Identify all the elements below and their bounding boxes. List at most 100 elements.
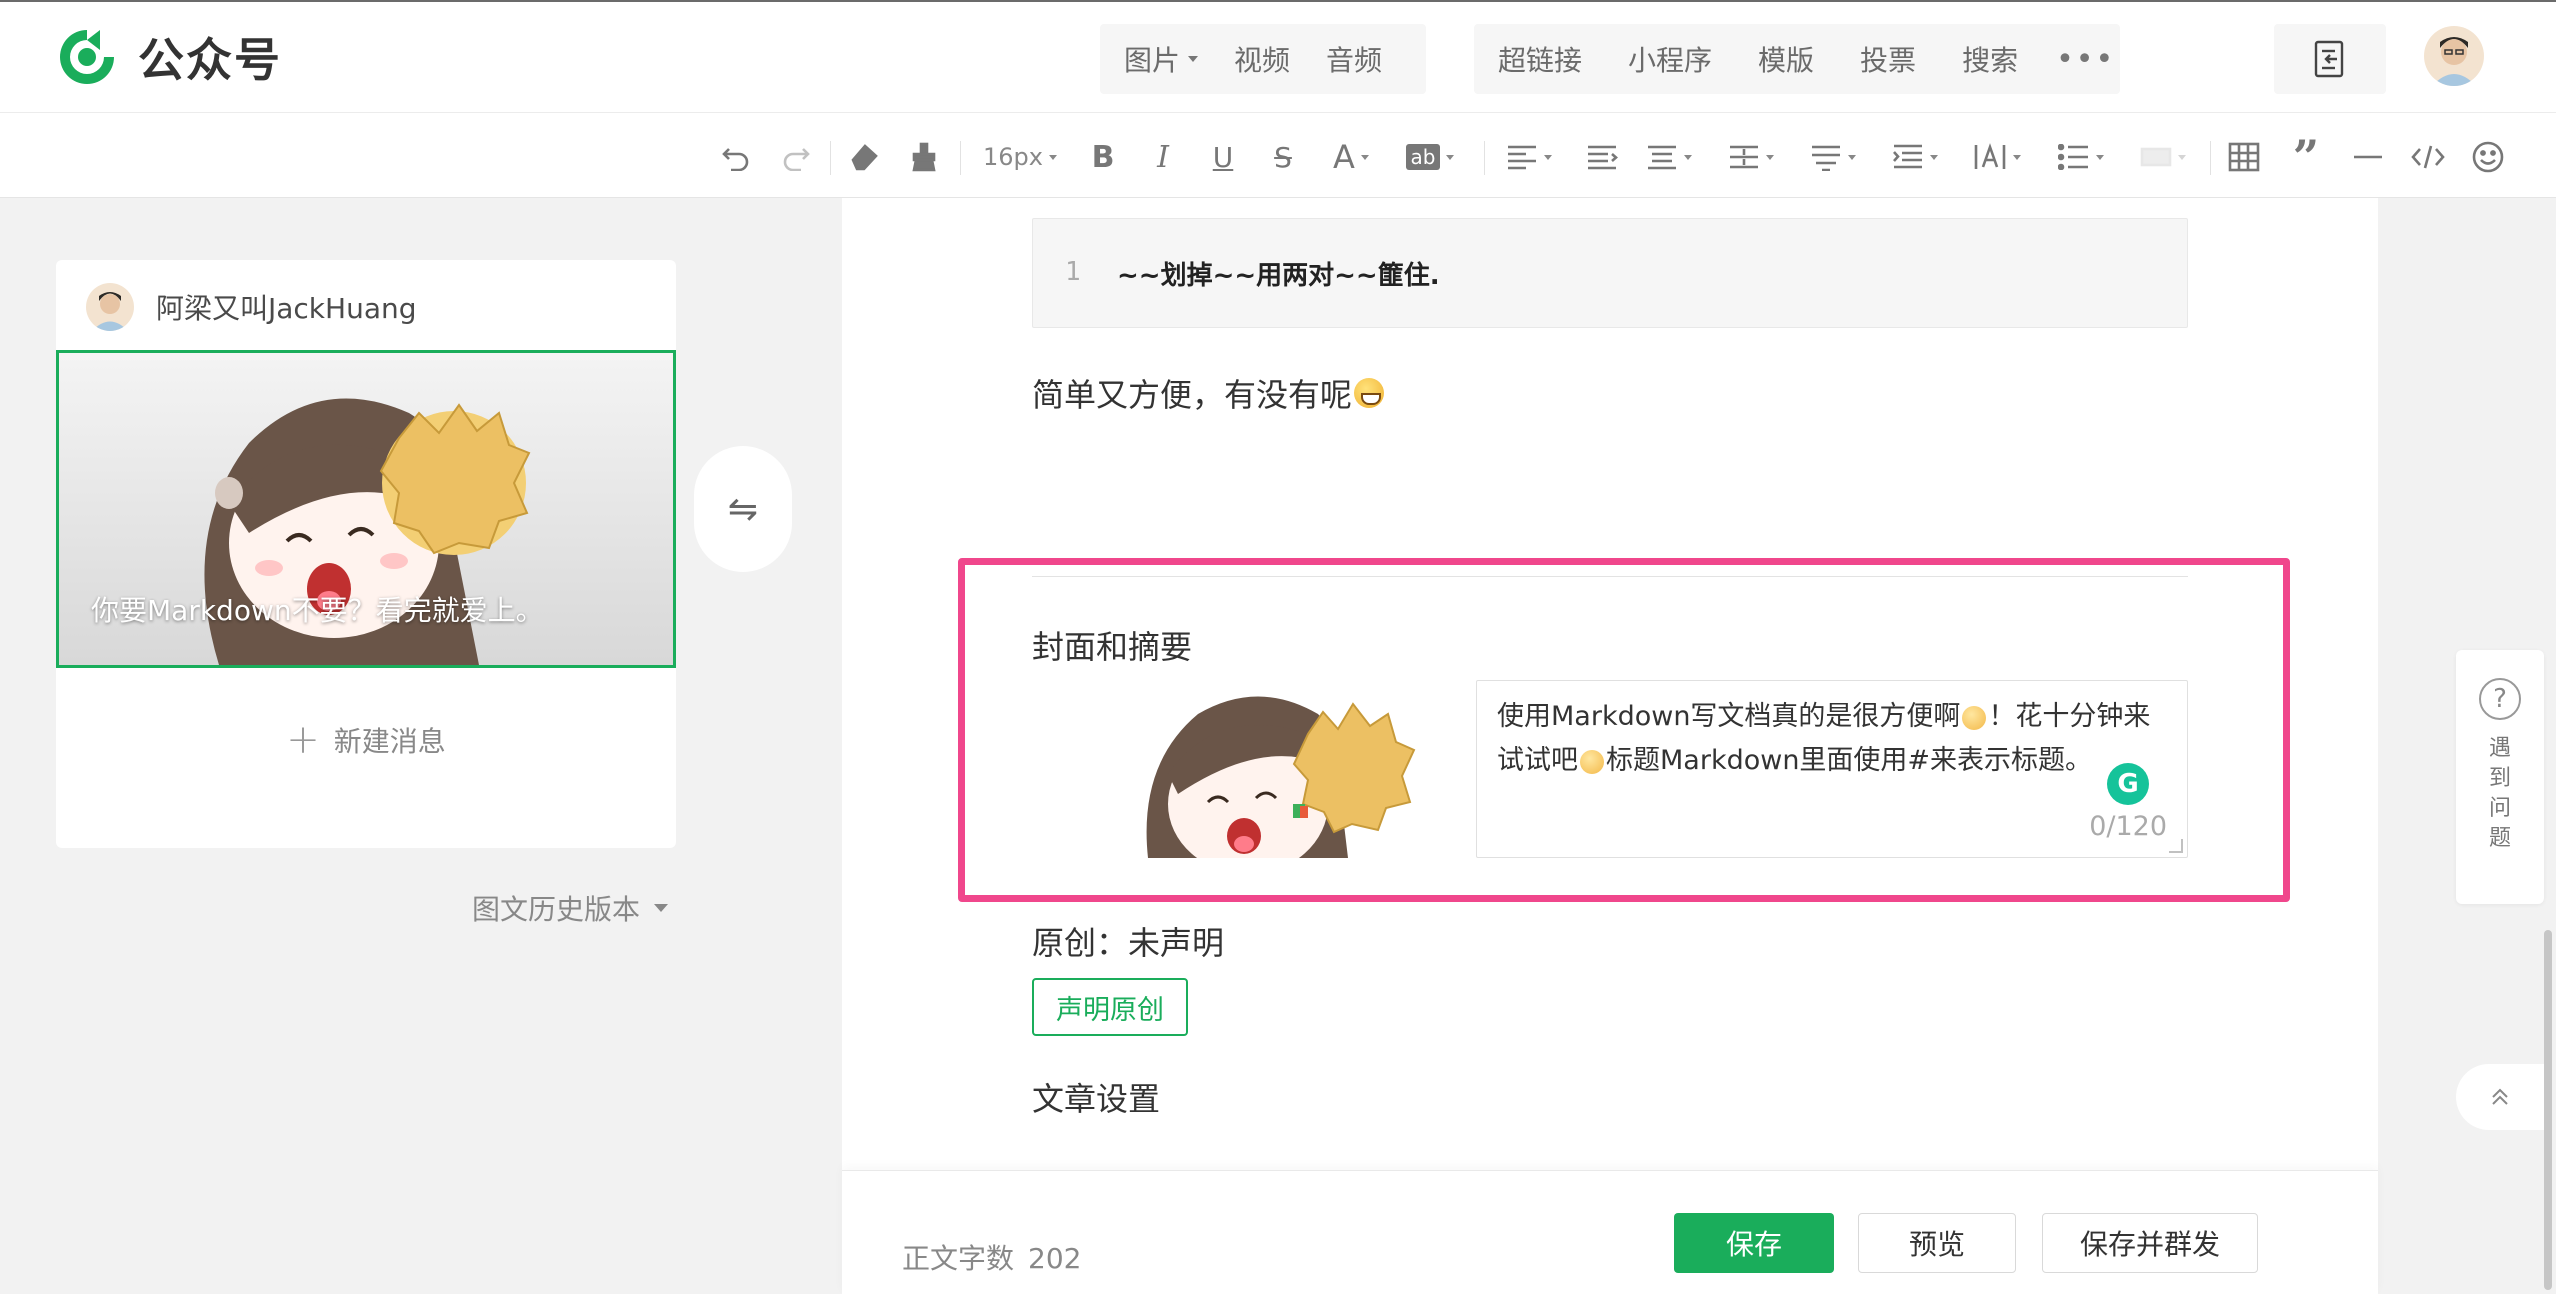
nav-audio[interactable]: 音频 (1326, 39, 1382, 79)
nav-hyperlink[interactable]: 超链接 (1498, 39, 1582, 79)
grinning-emoji-icon (1354, 378, 1385, 408)
word-count-label: 正文字数 (902, 1242, 1015, 1275)
original-status: 原创：未声明 (1032, 924, 1225, 962)
cover-summary-title: 封面和摘要 (1032, 628, 1193, 666)
article-cover[interactable]: 你要Markdown不要？看完就爱上。 (56, 350, 676, 668)
user-avatar[interactable] (2424, 26, 2484, 86)
history-versions-dropdown[interactable]: 图文历史版本 (472, 888, 669, 928)
justify-icon[interactable] (1640, 135, 1698, 179)
grin-emoji-icon (1580, 749, 1604, 774)
toolbar-separator (1484, 141, 1485, 175)
border-icon[interactable] (2134, 135, 2192, 179)
preview-button[interactable]: 预览 (1858, 1213, 2016, 1273)
resize-grip-icon[interactable] (2169, 839, 2183, 853)
caret-down-icon (654, 904, 669, 912)
summary-counter: 0/120 (2089, 811, 2167, 842)
redo-icon[interactable] (776, 135, 816, 179)
italic-icon[interactable]: I (1146, 135, 1180, 179)
paragraph-spacing-icon[interactable] (1804, 135, 1862, 179)
help-panel[interactable]: ? 遇到问题 (2456, 650, 2544, 904)
author-avatar (86, 283, 134, 331)
caret-down-icon (1188, 56, 1199, 62)
horizontal-rule-icon[interactable] (2348, 135, 2388, 179)
cover-thumbnail-illustration (1146, 696, 1416, 858)
letter-spacing-icon[interactable] (1968, 135, 2026, 179)
eraser-icon[interactable] (844, 135, 884, 179)
format-toolbar: 16px B I U S A ab ” (0, 112, 2556, 198)
back-to-top-button[interactable] (2456, 1064, 2544, 1130)
toolbar-separator (830, 141, 831, 175)
nav-vote[interactable]: 投票 (1860, 39, 1916, 79)
line-height-icon[interactable] (1722, 135, 1780, 179)
code-line-number: 1 (1065, 257, 1081, 287)
help-label: 遇到问题 (2488, 736, 2511, 851)
font-size-select[interactable]: 16px (980, 135, 1060, 179)
section-divider (1032, 576, 2188, 577)
code-icon[interactable] (2408, 135, 2448, 179)
smile-emoji-icon (1962, 705, 1987, 730)
word-count: 正文字数 202 (902, 1237, 1081, 1277)
paragraph[interactable]: 简单又方便，有没有呢 (1032, 370, 1385, 416)
article-list-card: 阿梁又叫JackHuang 你要Markdown不要？看完就爱上。 + 新建消息 (56, 260, 676, 848)
swap-button[interactable]: ⇋ (694, 446, 792, 572)
declare-original-button[interactable]: 声明原创 (1032, 978, 1188, 1036)
quote-icon[interactable]: ” (2286, 130, 2326, 184)
background-color-icon[interactable]: ab (1400, 135, 1460, 179)
emoji-icon[interactable] (2468, 135, 2508, 179)
nav-video[interactable]: 视频 (1234, 39, 1290, 79)
toolbar-separator (960, 141, 961, 175)
account-header: 阿梁又叫JackHuang (86, 282, 417, 332)
code-line-text: ~~划掉~~用两对~~篚住. (1117, 261, 1440, 291)
paragraph-text: 简单又方便，有没有呢 (1032, 376, 1353, 414)
save-button[interactable]: 保存 (1674, 1213, 1834, 1273)
article-settings-title: 文章设置 (1032, 1080, 1161, 1118)
bold-icon[interactable]: B (1086, 135, 1120, 179)
summary-text-3: 标题Markdown里面使用#来表示标题。 (1606, 745, 2093, 776)
bullet-list-icon[interactable] (2052, 135, 2110, 179)
question-icon: ? (2479, 678, 2521, 720)
editor-area[interactable]: 1 ~~划掉~~用两对~~篚住. 简单又方便，有没有呢 封面和摘要 使用Mark… (842, 198, 2378, 1294)
document-toggle-button[interactable] (2274, 24, 2386, 94)
underline-icon[interactable]: U (1206, 135, 1240, 179)
nav-search[interactable]: 搜索 (1962, 39, 2018, 79)
summary-text-1: 使用Markdown写文档真的是很方便啊 (1497, 701, 1961, 732)
toolbar-separator (2210, 141, 2211, 175)
wechat-mp-logo-icon (60, 30, 114, 84)
font-color-icon[interactable]: A (1326, 135, 1376, 179)
code-block[interactable]: 1 ~~划掉~~用两对~~篚住. (1032, 218, 2188, 328)
double-chevron-up-icon (2492, 1088, 2508, 1105)
cover-thumbnail[interactable] (1138, 684, 1428, 858)
new-message-button[interactable]: + 新建消息 (56, 720, 676, 760)
bottom-action-bar: 正文字数 202 保存 预览 保存并群发 (842, 1170, 2378, 1294)
summary-textarea[interactable]: 使用Markdown写文档真的是很方便啊 ！花十分钟来试试吧 标题Markdown里… (1476, 680, 2188, 858)
scrollbar[interactable] (2544, 930, 2552, 1290)
logo[interactable]: 公众号 (54, 24, 282, 90)
caret-down-icon (1048, 154, 1057, 160)
strikethrough-icon[interactable]: S (1266, 135, 1300, 179)
save-and-send-button[interactable]: 保存并群发 (2042, 1213, 2258, 1273)
cover-title: 你要Markdown不要？看完就爱上。 (91, 594, 544, 627)
list-indent-icon[interactable] (1886, 135, 1944, 179)
align-icon[interactable] (1500, 135, 1558, 179)
plus-icon: + (286, 717, 320, 763)
top-navbar: 公众号 图片 视频 音频 超链接 小程序 模版 投票 搜索 ••• (0, 0, 2556, 112)
insert-link-group: 超链接 小程序 模版 投票 搜索 ••• (1474, 24, 2120, 94)
table-icon[interactable] (2224, 135, 2264, 179)
indent-icon[interactable] (1582, 135, 1622, 179)
ellipsis-icon[interactable]: ••• (2056, 42, 2115, 77)
app-name: 公众号 (138, 33, 282, 87)
media-insert-group: 图片 视频 音频 (1100, 24, 1426, 94)
author-name: 阿梁又叫JackHuang (156, 292, 417, 325)
grammarly-icon[interactable]: G (2107, 763, 2149, 805)
history-label: 图文历史版本 (472, 893, 641, 926)
new-message-label: 新建消息 (333, 725, 446, 758)
document-toggle-icon (2314, 40, 2344, 78)
nav-template[interactable]: 模版 (1758, 39, 1814, 79)
nav-mini-program[interactable]: 小程序 (1628, 39, 1712, 79)
format-painter-icon[interactable] (904, 135, 944, 179)
swap-arrows-icon: ⇋ (727, 488, 759, 530)
font-size-value: 16px (983, 143, 1043, 171)
undo-icon[interactable] (716, 135, 756, 179)
word-count-value: 202 (1028, 1242, 1082, 1275)
nav-image[interactable]: 图片 (1124, 39, 1199, 79)
